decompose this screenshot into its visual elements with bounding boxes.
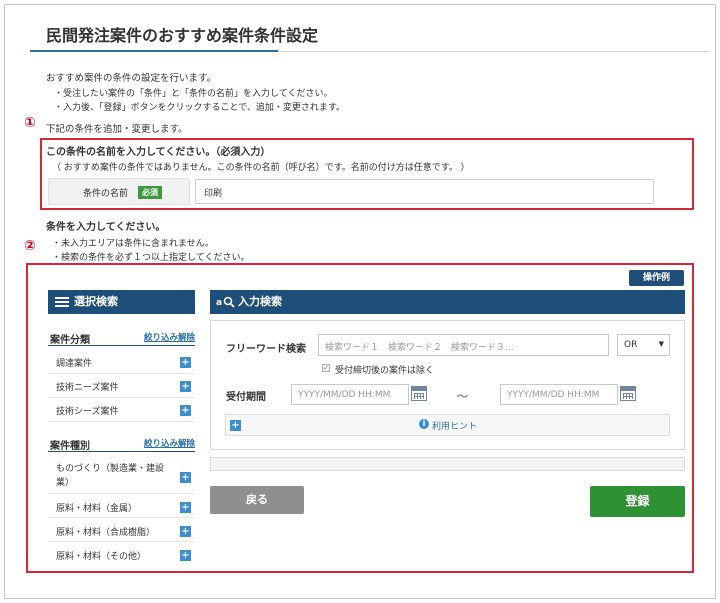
list-item-label: 調達案件 [56,359,93,369]
page-title: 民間発注案件のおすすめ案件条件設定 [46,26,319,45]
calendar-icon[interactable] [411,386,427,401]
add-icon[interactable]: + [180,526,191,537]
chevron-down-icon: ▼ [658,340,664,348]
group-heading: 案件分類 [50,335,90,346]
list-item-label: 技術シーズ案件 [56,407,119,417]
add-icon[interactable]: + [180,381,191,392]
list-item[interactable]: 技術ニーズ案件 + [48,374,195,398]
title-underline [30,50,278,52]
list-item-label: 原料・材料（金属） [56,504,138,514]
operator-select[interactable]: OR ▼ [617,334,670,356]
list-item[interactable]: 原料・材料（金属） + [48,494,195,518]
condition-note: ・検索の条件を必ず１つ以上指定してください。 [52,253,250,263]
group-heading: 案件種別 [50,441,90,452]
intro-bullet: ・入力後、「登録」ボタンをクリックすることで、追加・変更されます。 [54,103,345,113]
freeword-label: フリーワード検索 [226,344,306,355]
input-search-title: 入力検索 [238,295,282,308]
freeword-input[interactable]: 検索ワード１ 検索ワード２ 検索ワード３... [318,334,609,356]
period-separator: ～ [457,390,468,403]
intro-text: 下記の条件を追加・変更します。 [46,124,188,135]
list-item[interactable]: 調達案件 + [48,350,195,374]
svg-text:a: a [216,298,222,308]
required-badge: 必須 [138,186,162,199]
add-icon[interactable]: + [180,472,191,483]
add-icon[interactable]: + [180,405,191,416]
title-bar: 民間発注案件のおすすめ案件条件設定 [30,14,710,52]
category-group-header: 案件分類 絞り込み解除 [48,328,195,346]
list-item[interactable]: 原料・材料（合成樹脂） + [48,518,195,542]
hint-link[interactable]: 利用ヒント [432,419,477,432]
name-section-note: （ おすすめ案件の条件ではありません。この条件の名前（呼び名）です。名前の付け方… [52,163,470,173]
register-button[interactable]: 登録 [590,486,685,517]
input-search-header: a 入力検索 [210,290,685,314]
list-item-label: 原料・材料（合成樹脂） [56,528,156,538]
type-group-header: 案件種別 絞り込み解除 [48,434,195,452]
intro-text: おすすめ案件の条件の設定を行います。 [46,73,217,84]
condition-name-label-cell: 条件の名前 必須 [48,178,190,205]
menu-icon [55,297,69,307]
condition-name-input[interactable]: 印刷 [195,179,654,204]
expand-icon[interactable]: + [230,420,241,431]
condition-note: ・未入力エリアは条件に含まれません。 [52,239,214,249]
operator-value: OR [624,340,638,350]
text-search-icon: a [216,296,235,308]
info-icon: i [419,419,429,429]
list-item[interactable]: ものづくり（製造業・建設業） + [48,456,195,494]
exclude-closed-label: 受付締切後の案件は除く [335,366,435,376]
list-item-label: 原料・材料（その他） [56,552,147,562]
clear-filter-link[interactable]: 絞り込み解除 [144,437,195,449]
marker-two: ② [24,238,36,254]
name-section-heading: この条件の名前を入力してください。（必須入力） [46,147,271,158]
list-item[interactable]: 原料・材料（その他） + [48,542,195,566]
add-icon[interactable]: + [180,502,191,513]
period-start-input[interactable]: YYYY/MM/DD HH:MM [291,384,409,405]
list-item[interactable]: 技術シーズ案件 + [48,398,195,422]
result-bar [210,457,685,471]
hint-bar[interactable]: + i 利用ヒント [225,414,670,436]
marker-one: ① [24,115,36,131]
back-button[interactable]: 戻る [210,486,304,514]
list-item-label: 技術ニーズ案件 [56,383,119,393]
clear-filter-link[interactable]: 絞り込み解除 [144,331,195,343]
select-search-header: 選択検索 [48,290,195,314]
intro-bullet: ・受注したい案件の「条件」と「条件の名前」を入力してください。 [54,89,333,99]
exclude-closed-checkbox[interactable]: ✓ [322,364,330,372]
select-search-title: 選択検索 [74,295,118,308]
add-icon[interactable]: + [180,357,191,368]
add-icon[interactable]: + [180,550,191,561]
calendar-icon[interactable] [620,386,636,401]
list-item-label: ものづくり（製造業・建設業） [56,464,165,488]
period-end-input[interactable]: YYYY/MM/DD HH:MM [500,384,618,405]
condition-section-heading: 条件を入力してください。 [46,222,166,233]
period-label: 受付期間 [226,392,266,403]
condition-name-label: 条件の名前 [83,189,129,199]
operation-example-button[interactable]: 操作例 [629,270,684,286]
